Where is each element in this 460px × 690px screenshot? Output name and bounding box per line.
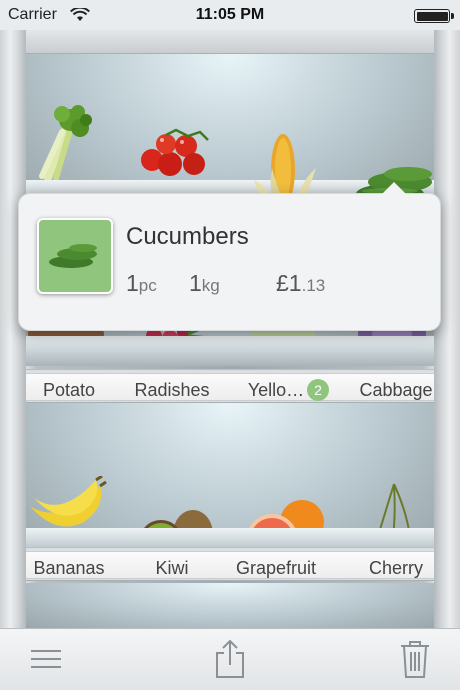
cucumbers-icon [49,244,97,268]
price-currency: £ [276,270,289,296]
shelf-label-bar-3: Bananas Kiwi Grapefruit Cherry [0,547,460,581]
weight-value: 1 [189,270,202,296]
weight-unit: kg [201,276,220,295]
price-minor: .13 [301,276,326,295]
weight-stat[interactable]: 1kg [189,270,220,297]
shelf-label-bar-2: Potato Radishes Yello… 2 Cabbage [0,369,460,403]
shelf-glass-2 [0,336,460,366]
bottom-toolbar [0,628,460,690]
pieces-unit: pc [138,276,157,295]
label-grapefruit[interactable]: Grapefruit [221,558,331,579]
label-strip: Potato Radishes Yello… 2 Cabbage [8,373,452,401]
label-radishes[interactable]: Radishes [117,380,227,401]
fridge-wall-right [434,30,460,628]
battery-icon [414,9,454,23]
share-icon[interactable] [214,639,246,679]
status-bar: Carrier 11:05 PM [0,0,460,30]
trash-icon[interactable] [400,639,430,679]
menu-icon[interactable] [30,647,62,671]
label-kiwi[interactable]: Kiwi [117,558,227,579]
fridge-top-bar [0,30,460,54]
clock: 11:05 PM [195,6,265,23]
popover-arrow [382,182,406,194]
item-detail-popover[interactable]: Cucumbers 1pc 1kg £1.13 [18,182,441,331]
label-strip: Bananas Kiwi Grapefruit Cherry [8,551,452,579]
pieces-stat[interactable]: 1pc [126,270,157,297]
item-title: Cucumbers [126,223,249,250]
tomatoes-icon[interactable] [136,126,216,182]
count-badge: 2 [307,379,329,401]
celery-icon[interactable] [36,100,96,180]
bananas-icon[interactable] [26,476,110,536]
label-bananas[interactable]: Bananas [14,558,124,579]
shelf-compartment-4 [26,583,434,628]
fridge-wall-left [0,30,26,628]
item-thumbnail [37,218,113,294]
price-stat[interactable]: £1.13 [276,270,325,297]
pieces-value: 1 [126,270,139,296]
price-major: 1 [288,270,302,296]
label-potato[interactable]: Potato [14,380,124,401]
